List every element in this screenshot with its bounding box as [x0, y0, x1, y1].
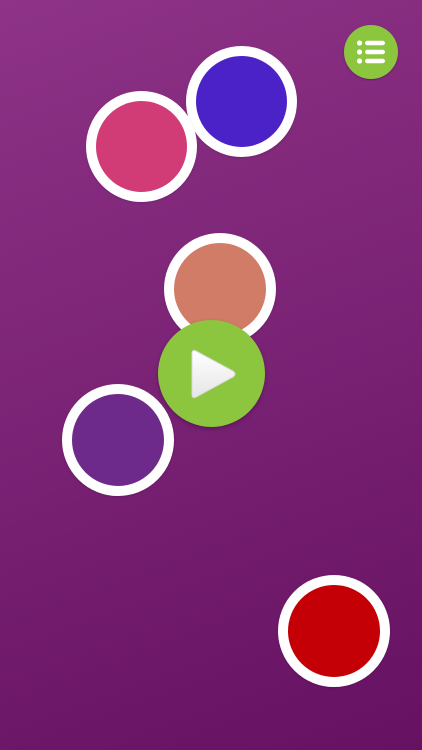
play-icon [191, 349, 235, 398]
list-icon [356, 40, 385, 64]
dot-red[interactable] [278, 575, 390, 687]
menu-button[interactable] [344, 25, 398, 79]
dot-pink[interactable] [86, 91, 197, 202]
dot-purple[interactable] [62, 384, 174, 496]
game-screen [0, 0, 422, 750]
dot-blue[interactable] [186, 46, 297, 157]
play-button[interactable] [158, 320, 265, 427]
